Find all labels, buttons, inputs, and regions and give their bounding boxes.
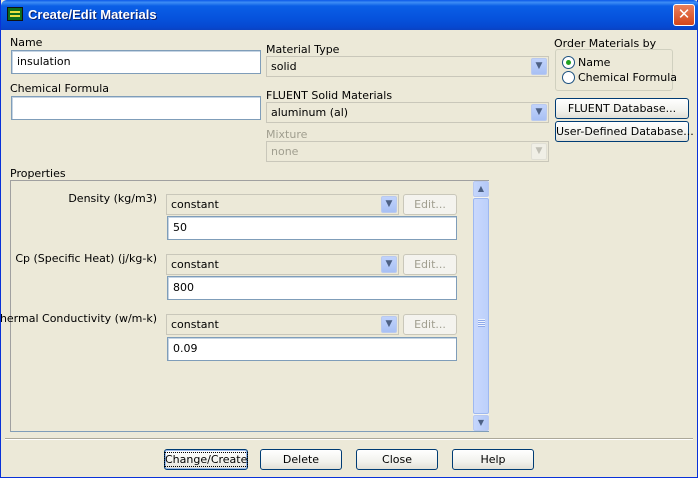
fluent-solid-materials-label: FLUENT Solid Materials — [266, 89, 393, 102]
scroll-up-icon[interactable]: ▲ — [473, 181, 489, 197]
chevron-down-icon[interactable]: ▼ — [531, 104, 547, 121]
delete-button[interactable]: Delete — [260, 449, 342, 470]
density-method-select[interactable]: constant ▼ — [166, 194, 399, 215]
chevron-down-icon[interactable]: ▼ — [531, 58, 547, 75]
order-by-name-radio[interactable] — [562, 56, 575, 69]
name-label: Name — [10, 36, 43, 49]
cp-value-input[interactable]: 800 — [167, 276, 457, 300]
window-title: Create/Edit Materials — [28, 7, 157, 22]
user-defined-database-button[interactable]: User-Defined Database... — [555, 121, 694, 142]
fluent-app-icon — [7, 7, 23, 21]
mixture-value: none — [271, 145, 299, 158]
order-by-name-label[interactable]: Name — [578, 56, 610, 69]
mixture-label: Mixture — [266, 128, 308, 141]
order-by-chemical-formula-radio[interactable] — [562, 71, 575, 84]
change-create-button[interactable]: Change/Create — [163, 449, 249, 470]
help-button[interactable]: Help — [452, 449, 534, 470]
property-label-density: Density (kg/m3) — [68, 192, 157, 205]
thermal-conductivity-value-input[interactable]: 0.09 — [167, 337, 457, 361]
name-input[interactable]: insulation — [11, 50, 261, 74]
material-type-select[interactable]: solid ▼ — [266, 56, 549, 77]
order-by-group — [555, 49, 673, 91]
cp-method-value: constant — [171, 258, 219, 271]
fluent-solid-materials-value: aluminum (al) — [271, 106, 349, 119]
density-edit-button: Edit... — [403, 194, 457, 215]
properties-label: Properties — [10, 167, 66, 180]
chevron-down-icon: ▼ — [531, 143, 547, 160]
order-by-chemical-formula-label[interactable]: Chemical Formula — [578, 71, 677, 84]
material-type-value: solid — [271, 60, 297, 73]
fluent-solid-materials-select[interactable]: aluminum (al) ▼ — [266, 102, 549, 123]
cp-edit-button: Edit... — [403, 254, 457, 275]
material-type-label: Material Type — [266, 43, 340, 56]
footer-divider — [5, 438, 693, 440]
thermal-conductivity-edit-button: Edit... — [403, 314, 457, 335]
chevron-down-icon[interactable]: ▼ — [381, 316, 397, 333]
scroll-down-icon[interactable]: ▼ — [473, 415, 489, 431]
title-bar[interactable]: Create/Edit Materials ✕ — [1, 0, 698, 30]
density-method-value: constant — [171, 198, 219, 211]
chemical-formula-input[interactable] — [11, 96, 261, 120]
chemical-formula-label: Chemical Formula — [10, 82, 110, 95]
fluent-database-button[interactable]: FLUENT Database... — [555, 98, 689, 119]
property-label-thermal-conductivity: Thermal Conductivity (w/m-k) — [0, 312, 157, 325]
chevron-down-icon[interactable]: ▼ — [381, 196, 397, 213]
properties-scrollbar[interactable]: ▲ ▼ — [473, 181, 489, 431]
chevron-down-icon[interactable]: ▼ — [381, 256, 397, 273]
cp-method-select[interactable]: constant ▼ — [166, 254, 399, 275]
thermal-conductivity-method-select[interactable]: constant ▼ — [166, 314, 399, 335]
close-window-button[interactable]: ✕ — [673, 4, 695, 26]
change-create-label: Change/Create — [163, 452, 249, 467]
mixture-select: none ▼ — [266, 141, 549, 162]
create-edit-materials-dialog: Create/Edit Materials ✕ Name insulation … — [0, 0, 698, 478]
close-button[interactable]: Close — [356, 449, 438, 470]
density-value-input[interactable]: 50 — [167, 216, 457, 240]
property-label-cp: Cp (Specific Heat) (j/kg-k) — [15, 252, 157, 265]
scroll-thumb[interactable] — [473, 198, 489, 414]
thermal-conductivity-method-value: constant — [171, 318, 219, 331]
